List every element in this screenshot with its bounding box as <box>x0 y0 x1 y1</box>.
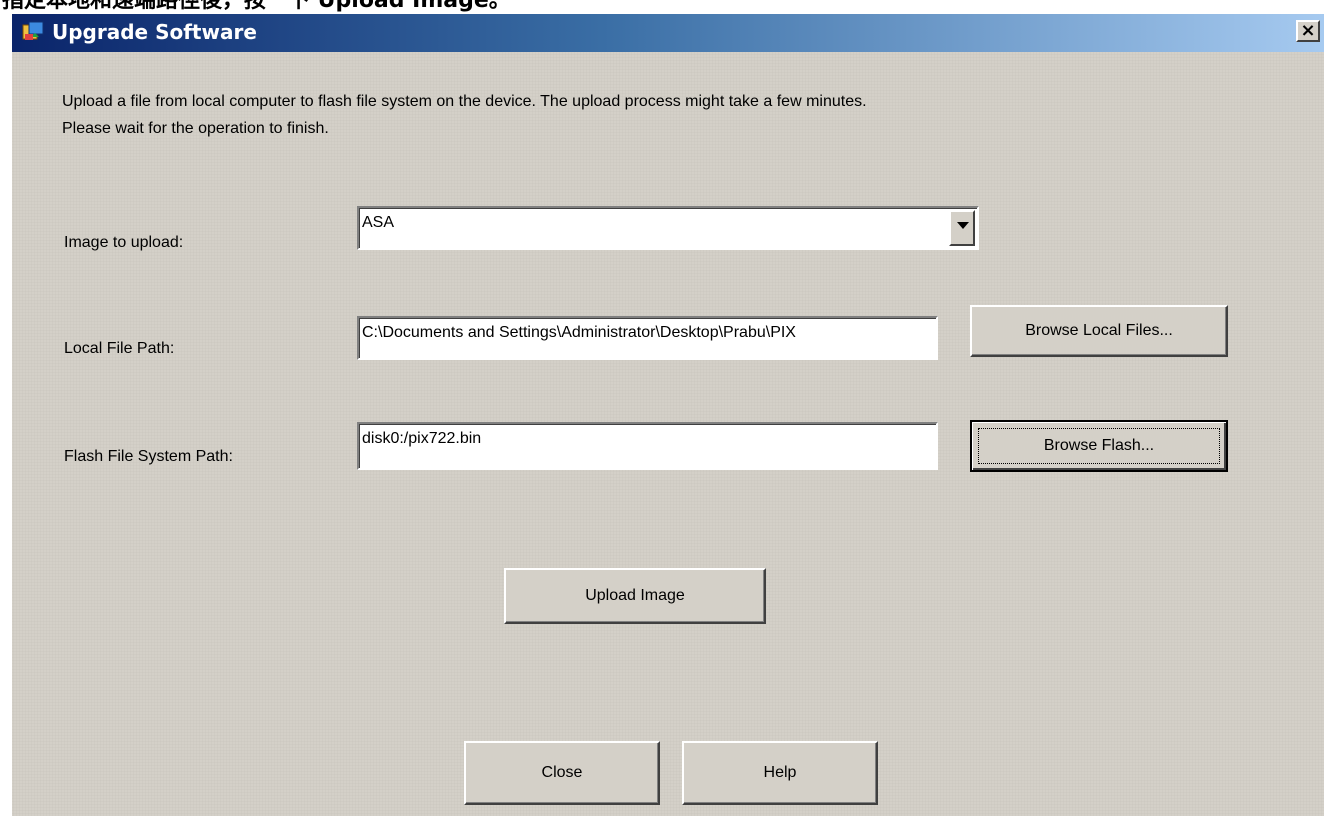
close-window-button[interactable]: × <box>1296 20 1320 42</box>
instructions-line-2: Please wait for the operation to finish. <box>62 120 329 137</box>
image-to-upload-select[interactable]: ASA <box>357 206 979 250</box>
upload-image-button[interactable]: Upload Image <box>504 568 766 624</box>
browse-local-files-button[interactable]: Browse Local Files... <box>970 305 1228 357</box>
browse-flash-button[interactable]: Browse Flash... <box>970 420 1228 472</box>
flash-file-system-path-input[interactable]: disk0:/pix722.bin <box>357 422 938 470</box>
browse-local-files-label: Browse Local Files... <box>1025 322 1173 339</box>
close-button-label: Close <box>541 764 583 781</box>
help-button[interactable]: Help <box>682 741 878 805</box>
dialog-title: Upgrade Software <box>52 20 257 44</box>
close-button[interactable]: Close <box>464 741 660 805</box>
upload-image-label: Upload Image <box>585 587 685 604</box>
instructions-text: Upload a file from local computer to fla… <box>62 88 1262 142</box>
flash-file-system-path-value: disk0:/pix722.bin <box>362 430 482 447</box>
help-button-label: Help <box>763 764 797 781</box>
upgrade-software-icon <box>22 21 44 40</box>
image-to-upload-label: Image to upload: <box>64 234 184 251</box>
local-file-path-label: Local File Path: <box>64 340 175 357</box>
title-bar[interactable]: Upgrade Software × <box>12 14 1324 52</box>
image-to-upload-value: ASA <box>362 214 395 231</box>
upgrade-software-dialog: Upgrade Software × Upload a file from lo… <box>10 14 1324 816</box>
browse-flash-label: Browse Flash... <box>1043 437 1155 454</box>
local-file-path-input[interactable]: C:\Documents and Settings\Administrator\… <box>357 316 938 360</box>
caption-banner: 指定本地和遠端路徑後，按一下 Upload Image。 <box>0 0 1324 14</box>
close-icon: × <box>1300 20 1316 41</box>
instructions-line-1: Upload a file from local computer to fla… <box>62 93 867 110</box>
local-file-path-value: C:\Documents and Settings\Administrator\… <box>362 324 796 341</box>
caption-text: 指定本地和遠端路徑後，按一下 Upload Image。 <box>2 0 511 13</box>
flash-file-system-path-label: Flash File System Path: <box>64 448 233 465</box>
chevron-down-icon[interactable] <box>949 210 975 246</box>
